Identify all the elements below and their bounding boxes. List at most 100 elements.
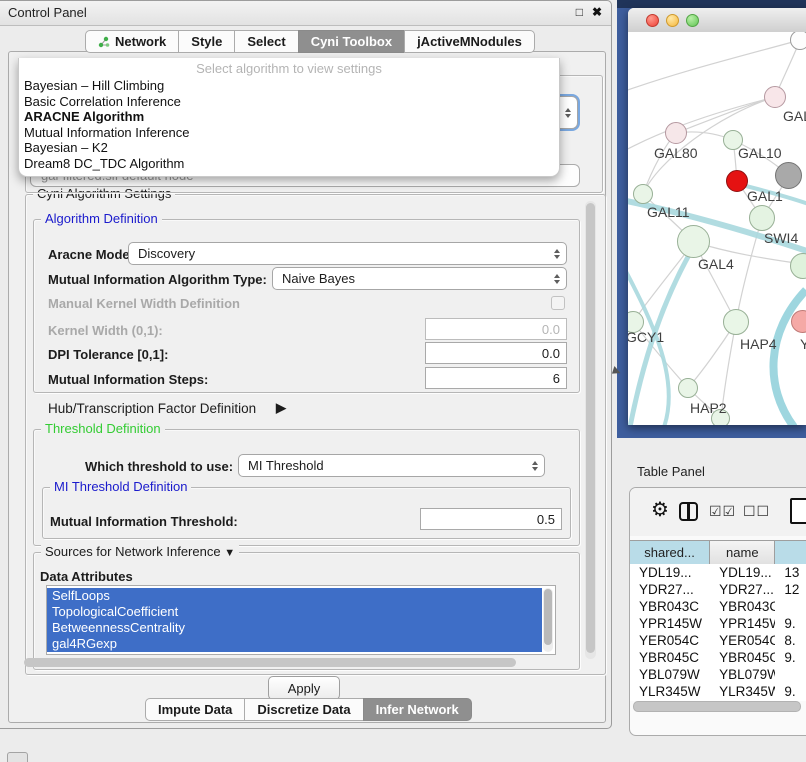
which-threshold-combo[interactable]: MI Threshold [238,454,545,477]
cell [775,666,806,683]
network-node[interactable] [790,32,806,50]
list-item-selfloops[interactable]: SelfLoops [47,588,542,604]
column-header-name[interactable]: name [710,541,775,564]
table-row[interactable]: YLR345W YLR345W 9. [630,683,806,700]
control-panel-title: Control Panel [8,5,87,20]
network-node[interactable] [764,86,786,108]
deselect-all-checkboxes-icon[interactable]: ☐☐ [743,503,770,520]
dropdown-item-bayesian-k2[interactable]: Bayesian – K2 [19,140,559,156]
control-panel-titlebar: Control Panel □ ✖ [0,1,611,26]
list-item-topologicalcoefficient[interactable]: TopologicalCoefficient [47,604,542,620]
gear-icon[interactable]: ⚙ [651,499,669,521]
network-node-gal1[interactable] [749,205,775,231]
tab-network-label: Network [115,31,166,52]
tab-discretize-data-label: Discretize Data [257,699,350,720]
mi-threshold-value: 0.5 [537,512,555,527]
table-row[interactable]: YBR045C YBR045C 9. [630,649,806,666]
tab-select-label: Select [247,31,285,52]
table-row[interactable]: YPR145W YPR145W 9. [630,615,806,632]
table-row[interactable]: YER054C YER054C 8. [630,632,806,649]
tab-infer-network-label: Infer Network [376,699,459,720]
cell: 9. [775,649,806,666]
mi-threshold-input[interactable]: 0.5 [420,508,562,530]
column-header-shared[interactable]: shared... [630,541,710,564]
mi-threshold-group-title: MI Threshold Definition [50,480,191,494]
combo-stepper-icon [532,455,538,476]
tab-style[interactable]: Style [178,30,235,53]
apply-button-label: Apply [288,681,321,696]
network-node-gal4[interactable] [677,225,710,258]
table-horizontal-scrollbar[interactable] [633,701,801,712]
network-node-hap2[interactable] [678,378,698,398]
control-panel-tabbar: Network Style Select Cyni Toolbox jActiv… [86,30,535,53]
tab-jactivemnodules-label: jActiveMNodules [417,31,522,52]
tab-jactivemnodules[interactable]: jActiveMNodules [404,30,535,53]
table-row[interactable]: YDR27... YDR27... 12 [630,581,806,598]
dropdown-item-mutual-information[interactable]: Mutual Information Inference [19,125,559,141]
cell: 13 [775,564,806,581]
close-icon[interactable]: ✖ [592,5,602,19]
table-row[interactable]: YBL079W YBL079W [630,666,806,683]
manual-kernel-checkbox[interactable] [551,296,565,310]
tab-impute-data[interactable]: Impute Data [145,698,245,721]
cell: YBR045C [710,649,775,666]
dropdown-item-aracne[interactable]: ARACNE Algorithm [19,109,559,125]
data-attributes-label: Data Attributes [40,569,133,584]
table-row[interactable]: YBR043C YBR043C [630,598,806,615]
tab-style-label: Style [191,31,222,52]
desktop-background: GAL GAL80 GAL10 GAL1 GAL11 SWI4 GAL4 GCY… [617,0,806,438]
list-item-gal4rgexp[interactable]: gal4RGexp [47,636,542,652]
cell: YBL079W [710,666,775,683]
network-canvas[interactable]: GAL GAL80 GAL10 GAL1 GAL11 SWI4 GAL4 GCY… [628,32,806,425]
kernel-width-input[interactable]: 0.0 [425,318,567,340]
cell: YBR043C [630,598,710,615]
settings-vertical-scrollbar[interactable] [585,201,596,659]
tab-network[interactable]: Network [85,30,179,53]
dropdown-item-dream8[interactable]: Dream8 DC_TDC Algorithm [19,156,559,172]
node-label-cut: Y [800,336,806,352]
cell: YDR27... [710,581,775,598]
sources-title-text[interactable]: Sources for Network Inference [45,544,221,559]
minimized-panel-chip[interactable] [7,752,28,762]
tab-select[interactable]: Select [234,30,298,53]
mi-type-combo[interactable]: Naive Bayes [272,267,567,290]
tab-infer-network[interactable]: Infer Network [363,698,472,721]
apply-button[interactable]: Apply [268,676,340,700]
combo-stepper-icon [565,97,571,128]
list-item-betweennesscentrality[interactable]: BetweennessCentrality [47,620,542,636]
float-window-icon[interactable]: □ [576,5,583,19]
bottom-tabbar: Impute Data Discretize Data Infer Networ… [146,698,472,721]
hub-definition-toggle[interactable]: Hub/Transcription Factor Definition [48,401,256,416]
mac-minimize-button[interactable] [666,14,679,27]
network-view-window: GAL GAL80 GAL10 GAL1 GAL11 SWI4 GAL4 GCY… [628,8,806,425]
network-node-gray[interactable] [775,162,802,189]
mi-steps-input[interactable]: 6 [425,367,567,389]
attributes-scrollbar[interactable] [543,588,553,652]
expand-arrow-icon[interactable]: ▶ [276,400,286,416]
cell: YDR27... [630,581,710,598]
columns-icon[interactable] [679,502,698,521]
mac-close-button[interactable] [646,14,659,27]
settings-horizontal-scrollbar[interactable] [24,658,516,667]
dpi-tolerance-input[interactable]: 0.0 [425,342,567,364]
tab-discretize-data[interactable]: Discretize Data [244,698,363,721]
mac-zoom-button[interactable] [686,14,699,27]
dropdown-item-basic-correlation[interactable]: Basic Correlation Inference [19,94,559,110]
network-node-gal11[interactable] [633,184,653,204]
network-node-hap4[interactable] [723,309,749,335]
network-icon [98,36,110,48]
column-header-partial[interactable] [775,541,806,564]
node-label-swi4: SWI4 [764,230,798,246]
aracne-mode-combo[interactable]: Discovery [128,242,567,265]
cell: 8. [775,632,806,649]
network-node-gal80[interactable] [665,122,687,144]
cell: YBR045C [630,649,710,666]
select-all-checkboxes-icon[interactable]: ☑☑ [709,503,736,520]
collapse-arrow-icon[interactable]: ▼ [224,547,235,559]
tab-cyni-toolbox[interactable]: Cyni Toolbox [298,30,405,53]
dropdown-item-bayesian-hill-climbing[interactable]: Bayesian – Hill Climbing [19,78,559,94]
document-icon[interactable] [790,498,806,524]
table-row[interactable]: YDL19... YDL19... 13 [630,564,806,581]
cell: YER054C [630,632,710,649]
network-node-selected-red[interactable] [726,170,748,192]
